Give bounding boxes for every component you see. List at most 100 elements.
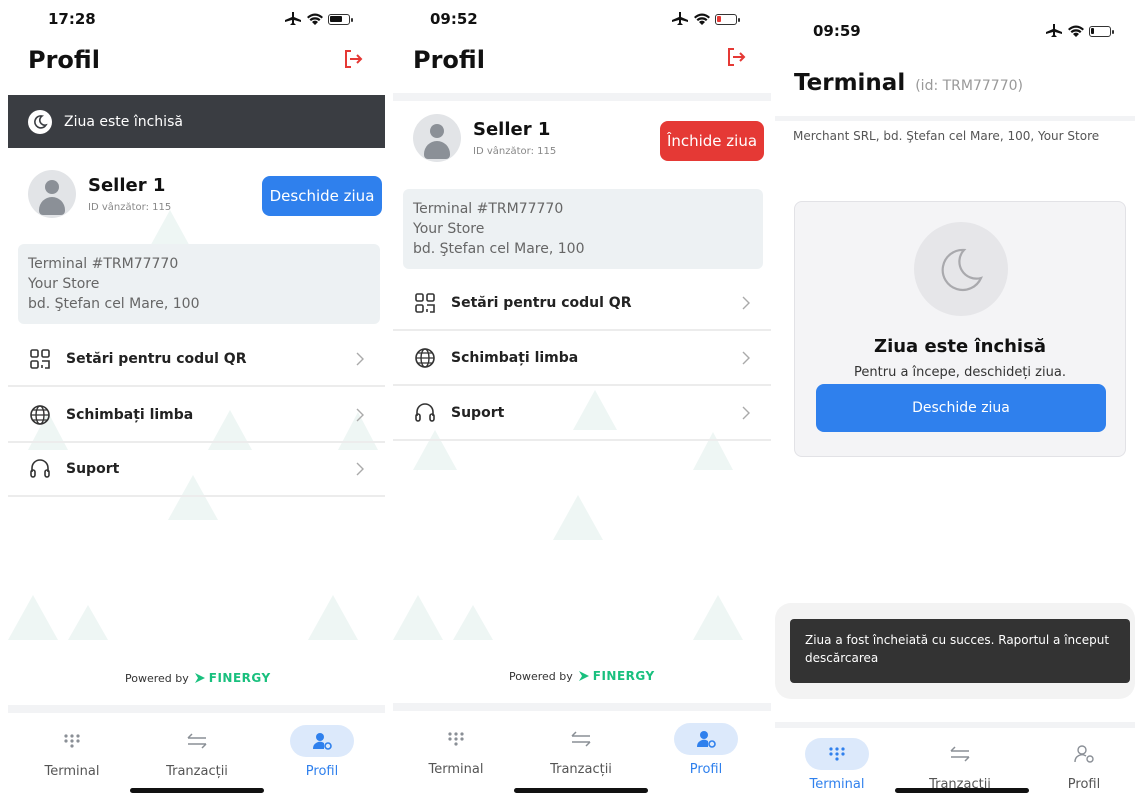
seller-info: Seller 1 ID vânzător: 115 [413, 114, 556, 162]
menu-label: Suport [451, 405, 505, 421]
battery-icon [1089, 25, 1114, 37]
transfer-icon [950, 746, 970, 762]
status-time: 17:28 [48, 10, 96, 28]
tab-transactions[interactable]: Tranzacții [137, 725, 257, 779]
tab-transactions[interactable]: Tranzacții [900, 738, 1020, 792]
tab-profile[interactable]: Profil [1024, 738, 1135, 792]
menu-label: Setări pentru codul QR [451, 295, 632, 311]
avatar [28, 170, 76, 218]
battery-icon [715, 13, 740, 25]
headset-icon [30, 459, 50, 478]
status-time: 09:52 [430, 10, 478, 28]
header-divider [393, 93, 771, 101]
seller-id: ID vânzător: 115 [88, 202, 172, 213]
status-icons [1045, 24, 1114, 38]
chevron-right-icon [742, 351, 750, 365]
page-title: Profil [28, 46, 100, 74]
tab-terminal[interactable]: Terminal [396, 723, 516, 777]
battery-icon [328, 13, 353, 25]
menu-item-change-language[interactable]: Schimbați limba [393, 332, 771, 386]
close-day-button[interactable]: Închide ziua [660, 121, 764, 161]
chevron-right-icon [356, 462, 364, 476]
store-name: Your Store [28, 276, 100, 292]
day-closed-card: Ziua este închisă Pentru a începe, desch… [794, 201, 1126, 457]
menu-item-support[interactable]: Suport [393, 387, 771, 441]
tab-terminal[interactable]: Terminal [777, 738, 897, 792]
menu-label: Schimbați limba [451, 350, 579, 366]
tab-label: Profil [1067, 777, 1101, 792]
menu-item-qr-settings[interactable]: Setări pentru codul QR [8, 333, 385, 387]
profile-screen-day-closed: 17:28 Profil Ziua este închisă Seller 1 … [8, 0, 385, 793]
menu-item-support[interactable]: Suport [8, 443, 385, 497]
menu-label: Schimbați limba [66, 407, 194, 423]
finergy-logo: FINERGY [194, 671, 271, 685]
store-address: bd. Ştefan cel Mare, 100 [28, 296, 200, 312]
moon-icon [941, 248, 983, 292]
powered-by: Powered by FINERGY [509, 669, 655, 683]
wifi-icon [307, 13, 323, 25]
store-address: bd. Ştefan cel Mare, 100 [413, 241, 585, 257]
tab-bar: Terminal Tranzacții Profil [393, 711, 771, 791]
keypad-icon [64, 734, 80, 748]
tab-terminal[interactable]: Terminal [12, 725, 132, 779]
logout-icon[interactable] [725, 46, 747, 68]
transfer-icon [187, 733, 207, 749]
menu-item-change-language[interactable]: Schimbați limba [8, 389, 385, 443]
tab-label: Terminal [44, 764, 100, 779]
status-time: 09:59 [813, 22, 861, 40]
chevron-right-icon [356, 352, 364, 366]
page-title: Profil [413, 46, 485, 74]
menu-item-qr-settings[interactable]: Setări pentru codul QR [393, 277, 771, 331]
brand-name: FINERGY [592, 669, 655, 683]
chevron-right-icon [742, 406, 750, 420]
terminal-number: Terminal #TRM77770 [28, 256, 179, 272]
profile-screen-day-open: 09:52 Profil Seller 1 ID vânzător: 115 Î… [393, 0, 771, 793]
logout-icon[interactable] [342, 48, 364, 70]
seller-name: Seller 1 [473, 119, 551, 140]
tab-label: Terminal [809, 777, 865, 792]
open-day-button[interactable]: Deschide ziua [262, 176, 382, 216]
home-indicator [130, 788, 264, 793]
header-divider [775, 116, 1135, 121]
terminal-number: Terminal #TRM77770 [413, 201, 564, 217]
merchant-info: Merchant SRL, bd. Ştefan cel Mare, 100, … [793, 129, 1100, 143]
tab-profile[interactable]: Profil [262, 725, 382, 779]
tab-label: Tranzacții [550, 762, 612, 777]
tab-label: Terminal [428, 762, 484, 777]
tabbar-divider [8, 705, 385, 713]
qr-code-icon [415, 293, 435, 313]
qr-code-icon [30, 349, 50, 369]
page-title: Terminal [794, 70, 906, 96]
brand-name: FINERGY [208, 671, 271, 685]
keypad-icon [448, 732, 464, 746]
day-closed-subtitle: Pentru a începe, deschideți ziua. [854, 365, 1066, 380]
home-indicator [514, 788, 648, 793]
moon-badge [914, 222, 1008, 316]
store-name: Your Store [413, 221, 485, 237]
terminal-header: Terminal (id: TRM77770) [794, 70, 1023, 96]
wifi-icon [694, 13, 710, 25]
chevron-right-icon [356, 408, 364, 422]
headset-icon [415, 403, 435, 422]
airplane-icon [1046, 24, 1062, 37]
seller-id: ID vânzător: 115 [473, 146, 557, 157]
tab-profile[interactable]: Profil [646, 723, 766, 777]
user-settings-icon [312, 733, 332, 750]
tab-transactions[interactable]: Tranzacții [521, 723, 641, 777]
seller-name: Seller 1 [88, 175, 166, 196]
banner-text: Ziua este închisă [64, 113, 183, 130]
airplane-icon [672, 12, 688, 25]
tab-bar: Terminal Tranzacții Profil [8, 713, 385, 793]
globe-icon [415, 348, 435, 368]
transfer-icon [571, 731, 591, 747]
home-indicator [895, 788, 1029, 793]
tab-label: Profil [689, 762, 723, 777]
tab-label: Tranzacții [166, 764, 228, 779]
keypad-icon [829, 747, 845, 761]
globe-icon [30, 405, 50, 425]
terminal-card: Terminal #TRM77770 Your Store bd. Ştefan… [403, 189, 763, 269]
toast-message: Ziua a fost încheiată cu succes. Raportu… [790, 619, 1130, 683]
powered-by: Powered by FINERGY [125, 671, 271, 685]
terminal-card: Terminal #TRM77770 Your Store bd. Ştefan… [18, 244, 380, 324]
open-day-button[interactable]: Deschide ziua [816, 384, 1106, 432]
